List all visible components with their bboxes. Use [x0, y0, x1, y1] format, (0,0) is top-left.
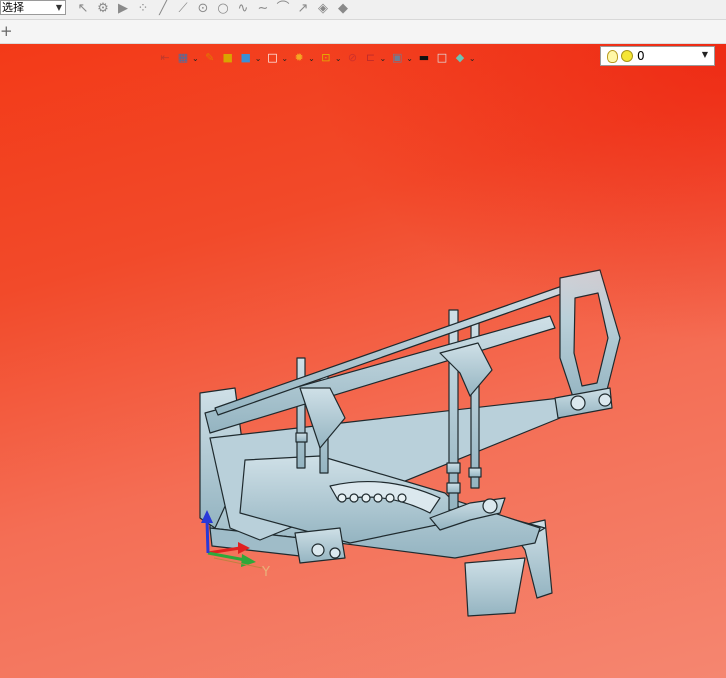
graphics-viewport[interactable]: ⇤ ▦ ⌄ ✎ ■ ■ ⌄ □ ⌄ ✹ ⌄ ⊡ ⌄ ⊘ ⊏ ⌄ ▣ ⌄ ▬ □ ◆ ⌄ 0 ▼ — [0, 44, 726, 678]
chevron-down-icon[interactable]: ⌄ — [255, 54, 262, 63]
background-color-button[interactable]: □ — [435, 49, 449, 67]
y-axis-label: Y — [261, 565, 270, 580]
layer-tool-icon: ◆ — [455, 51, 465, 64]
shaded-box-button[interactable]: ■ — [221, 49, 235, 67]
view-toolbar: ⇤ ▦ ⌄ ✎ ■ ■ ⌄ □ ⌄ ✹ ⌄ ⊡ ⌄ ⊘ ⊏ ⌄ ▣ ⌄ ▬ □ ◆ ⌄ — [158, 49, 480, 67]
z-axis-arrow — [201, 510, 213, 523]
arc-icon[interactable]: ⌒ — [273, 0, 293, 18]
orient-cube-icon: □ — [267, 51, 278, 64]
lighting-icon: ✹ — [294, 51, 304, 64]
play-icon[interactable]: ▶ — [113, 0, 133, 18]
orient-cube-button[interactable]: □ ⌄ — [265, 49, 288, 67]
point-cloud-icon[interactable]: ⁘ — [133, 0, 153, 18]
z-axis-line — [205, 519, 210, 554]
chevron-down-icon[interactable]: ⌄ — [281, 54, 288, 63]
chevron-down-icon[interactable]: ⌄ — [308, 54, 315, 63]
spline-icon[interactable]: ∿ — [233, 0, 253, 18]
coordinate-triad: Y — [201, 510, 270, 580]
line-color-icon: ▬ — [418, 51, 430, 64]
chevron-down-icon: ▼ — [55, 3, 62, 12]
render-style-button[interactable]: ▦ ⌄ — [176, 49, 199, 67]
y-axis-line — [207, 551, 246, 562]
chevron-down-icon[interactable]: ⌄ — [469, 54, 476, 63]
select-mode-value: 选择 — [2, 1, 24, 14]
polyline-icon[interactable]: ⟋ — [173, 0, 193, 18]
layer-value: 0 — [637, 49, 645, 63]
sketch-tools-group: ↖ ⚙ ▶ ⁘ ╱ ⟋ ⊙ ○ ∿ ∼ ⌒ ↗ ◈ ◆ — [73, 0, 353, 18]
surface-icon[interactable]: ◈ — [313, 0, 333, 18]
top-toolbar: 选择 ▼ ↖ ⚙ ▶ ⁘ ╱ ⟋ ⊙ ○ ∿ ∼ ⌒ ↗ ◈ ◆ — [0, 0, 726, 20]
line-color-button[interactable]: ▬ — [417, 49, 431, 67]
section-button[interactable]: ⊘ — [346, 49, 360, 67]
select-arrow-icon[interactable]: ↖ — [73, 0, 93, 18]
chevron-down-icon[interactable]: ⌄ — [380, 54, 387, 63]
zoom-fit-icon: ⊡ — [321, 51, 331, 64]
circle-center-icon[interactable]: ⊙ — [193, 0, 213, 18]
project-curve-icon[interactable]: ↗ — [293, 0, 313, 18]
curve-icon[interactable]: ∼ — [253, 0, 273, 18]
line-icon[interactable]: ╱ — [153, 0, 173, 18]
layer-tool-button[interactable]: ◆ ⌄ — [453, 49, 476, 67]
view-cube-icon: ■ — [240, 51, 251, 64]
zoom-fit-button[interactable]: ⊡ ⌄ — [319, 49, 342, 67]
exit-view-button[interactable]: ⇤ — [158, 49, 172, 67]
pencil-icon: ✎ — [205, 51, 215, 64]
x-axis-arrow — [238, 542, 250, 554]
add-icon[interactable]: + — [0, 21, 13, 41]
x-axis-line — [207, 546, 241, 555]
lighting-button[interactable]: ✹ ⌄ — [292, 49, 315, 67]
background-color-icon: □ — [436, 51, 448, 64]
circle-icon[interactable]: ○ — [213, 0, 233, 18]
chevron-down-icon[interactable]: ⌄ — [192, 54, 199, 63]
display-settings-button[interactable]: ▣ ⌄ — [390, 49, 413, 67]
layer-color-icon — [621, 50, 633, 62]
view-cube-button[interactable]: ■ ⌄ — [239, 49, 262, 67]
chevron-down-icon: ▼ — [701, 50, 708, 59]
display-settings-icon: ▣ — [392, 51, 403, 64]
section-icon: ⊘ — [347, 51, 358, 64]
exit-view-icon: ⇤ — [160, 51, 170, 64]
surface-edit-icon[interactable]: ◆ — [333, 0, 353, 18]
clip-plane-icon: ⊏ — [365, 51, 376, 64]
lightbulb-icon — [607, 49, 618, 63]
select-mode-dropdown[interactable]: 选择 ▼ — [0, 0, 66, 15]
shaded-box-icon: ■ — [222, 51, 233, 64]
layer-dropdown[interactable]: 0 ▼ — [600, 46, 715, 66]
pencil-button[interactable]: ✎ — [203, 49, 217, 67]
chevron-down-icon[interactable]: ⌄ — [406, 54, 413, 63]
render-style-icon: ▦ — [177, 51, 189, 64]
breadcrumb-strip: + — [0, 20, 726, 44]
chevron-down-icon[interactable]: ⌄ — [335, 54, 342, 63]
clip-plane-button[interactable]: ⊏ ⌄ — [364, 49, 387, 67]
snap-settings-icon[interactable]: ⚙ — [93, 0, 113, 18]
